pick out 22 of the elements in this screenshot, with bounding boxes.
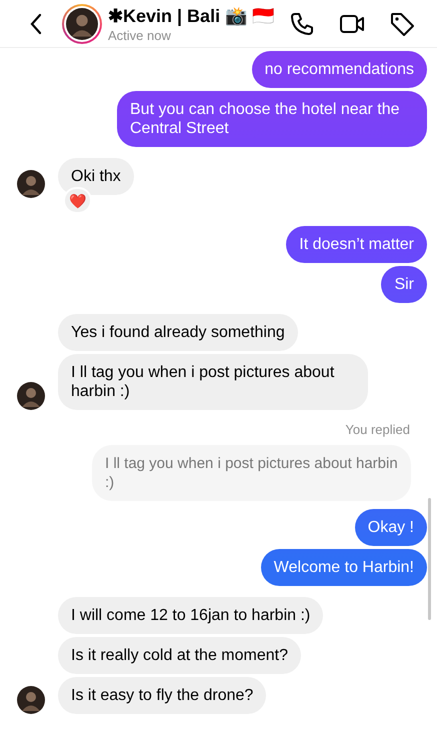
received-message: Is it really cold at the moment? — [58, 637, 301, 674]
received-message: Is it easy to fly the drone? — [58, 677, 266, 714]
received-message: I will come 12 to 16jan to harbin :) — [58, 597, 324, 634]
avatar-icon — [66, 8, 98, 40]
sent-message: Okay ! — [354, 509, 427, 546]
sent-message: It doesn’t matter — [286, 226, 427, 263]
back-icon[interactable] — [28, 12, 44, 36]
quoted-message: I ll tag you when i post pictures about harbin :) — [92, 445, 411, 501]
contact-name: ✱Kevin | Bali 📸 🇮🇩 — [108, 4, 276, 26]
active-status: Active now — [108, 28, 172, 42]
received-message: I ll tag you when i post pictures about harbin :) — [58, 354, 368, 410]
profile-avatar[interactable] — [62, 4, 102, 44]
sent-message: no recommendations — [252, 51, 427, 88]
tag-icon[interactable] — [389, 10, 415, 36]
sent-message: Welcome to Harbin! — [260, 549, 427, 586]
reply-label: You replied — [345, 422, 410, 437]
reaction[interactable]: ❤ — [63, 187, 92, 214]
scrollbar[interactable] — [428, 498, 431, 620]
sent-message: Sir — [381, 266, 427, 303]
received-message: Yes i found already something — [58, 314, 298, 351]
sent-message: But you can choose the hotel near the Central Street — [117, 91, 427, 147]
received-message: Oki thx — [58, 158, 134, 195]
